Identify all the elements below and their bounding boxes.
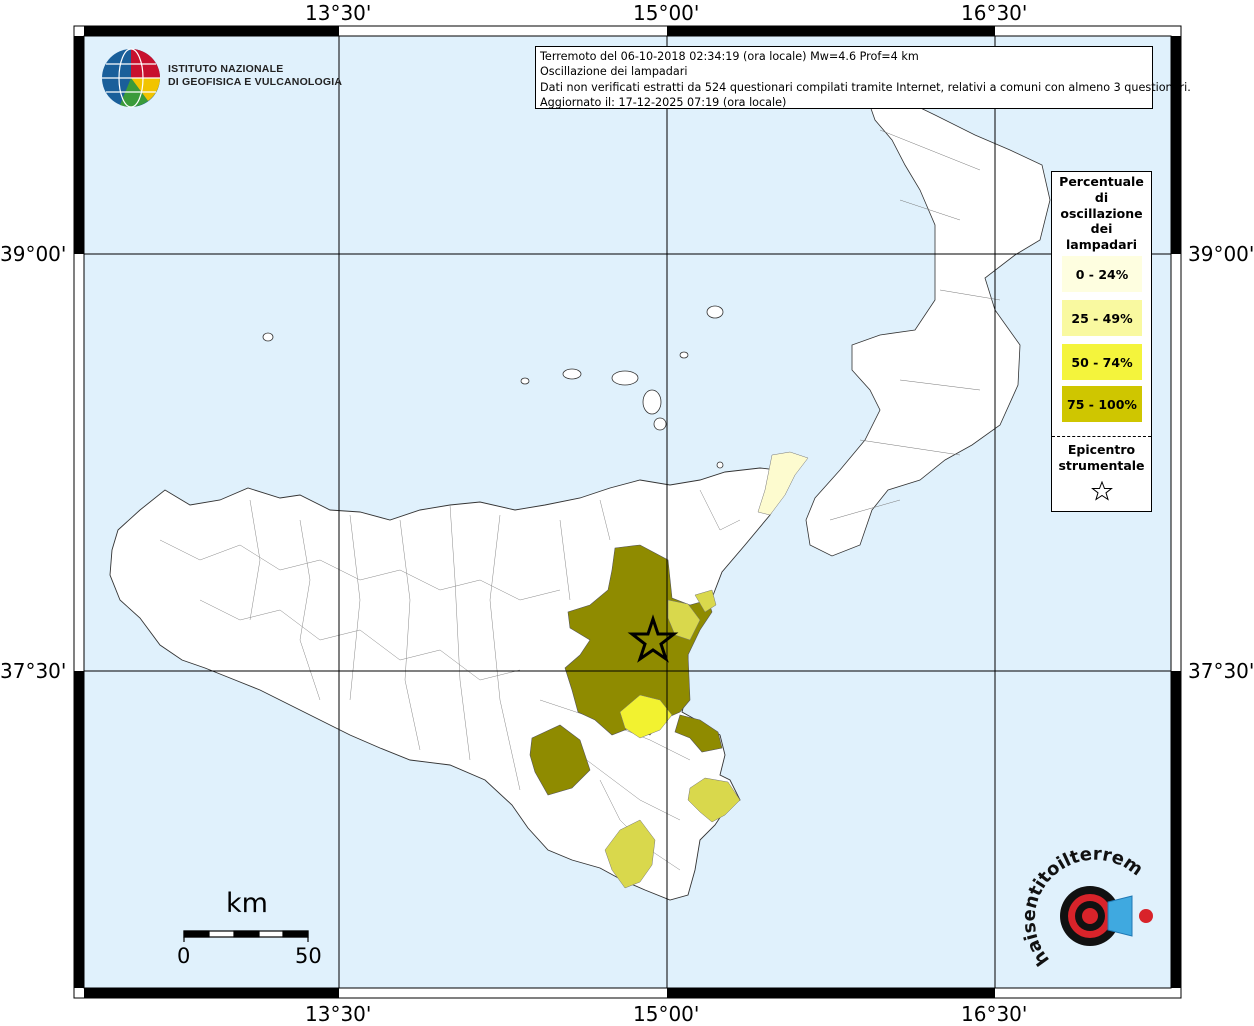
lon-label-bottom-1: 13°30' — [305, 1002, 372, 1026]
lon-label-bottom-2: 15°00' — [633, 1002, 700, 1026]
legend-separator — [1052, 436, 1151, 437]
legend-title-line4: dei — [1090, 221, 1113, 237]
ingv-logo-text: ISTITUTO NAZIONALE DI GEOFISICA E VULCAN… — [168, 63, 342, 89]
event-info-line2: Oscillazione dei lampadari — [540, 65, 688, 79]
lat-label-right-2: 37°30' — [1188, 659, 1254, 683]
scale-min-label: 0 — [177, 944, 191, 968]
legend-title-line2: di — [1094, 189, 1109, 205]
legend-swatch-50-74: 50 - 74% — [1062, 344, 1142, 380]
event-info-box: Terremoto del 06-10-2018 02:34:19 (ora l… — [535, 46, 1191, 109]
scale-max-label: 50 — [295, 944, 322, 968]
event-info-line4: Aggiornato il: 17-12-2025 07:19 (ora loc… — [540, 95, 787, 109]
legend: Percentuale di oscillazione dei lampadar… — [1051, 171, 1152, 512]
lon-label-bottom-3: 16°30' — [961, 1002, 1028, 1026]
legend-epicenter-label: Epicentro strumentale — [1052, 442, 1151, 474]
legend-title-line1: Percentuale — [1059, 174, 1144, 189]
scale-unit-label: km — [226, 888, 268, 919]
event-info-line3: Dati non verificati estratti da 524 ques… — [540, 80, 1191, 94]
ingv-logo-line1: ISTITUTO NAZIONALE — [168, 63, 284, 75]
legend-epicenter-line2: strumentale — [1058, 458, 1145, 473]
star-outline-icon — [1091, 481, 1113, 501]
legend-swatch-75-100: 75 - 100% — [1062, 386, 1142, 422]
lat-label-left-1: 39°00' — [0, 242, 67, 266]
legend-title-line3: oscillazione — [1060, 205, 1143, 221]
lat-label-right-1: 39°00' — [1188, 242, 1254, 266]
legend-epicenter-line1: Epicentro — [1067, 442, 1136, 457]
lon-label-top-3: 16°30' — [961, 1, 1028, 25]
ingv-globe-icon — [102, 48, 160, 108]
event-info-line1: Terremoto del 06-10-2018 02:34:19 (ora l… — [540, 50, 919, 63]
legend-swatch-0-24: 0 - 24% — [1062, 256, 1142, 292]
legend-swatch-25-49: 25 - 49% — [1062, 300, 1142, 336]
ingv-logo-line2: DI GEOFISICA E VULCANOLOGIA — [168, 76, 343, 88]
legend-title: Percentuale di oscillazione dei lampadar… — [1052, 174, 1151, 253]
lon-label-top-2: 15°00' — [633, 1, 700, 25]
lon-label-top-1: 13°30' — [305, 1, 372, 25]
lat-label-left-2: 37°30' — [0, 659, 67, 683]
legend-title-line5: lampadari — [1066, 237, 1137, 253]
intensity-map: haisentitoilterremoto.it — [0, 0, 1182, 999]
